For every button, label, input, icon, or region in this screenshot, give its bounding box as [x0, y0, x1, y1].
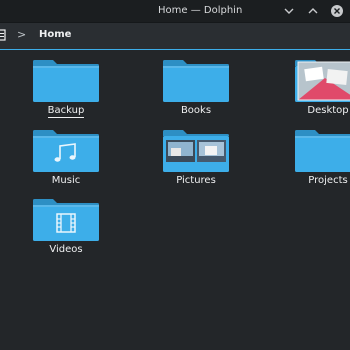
window-titlebar[interactable]: Home — Dolphin	[0, 0, 350, 23]
breadcrumb-home[interactable]: Home	[39, 29, 71, 40]
minimize-icon[interactable]	[282, 4, 296, 18]
file-label: Books	[180, 105, 212, 116]
folder-desktop-icon	[295, 60, 350, 102]
file-label: Music	[51, 175, 81, 186]
root-drive-icon[interactable]	[0, 29, 6, 41]
file-label: Pictures	[176, 175, 216, 186]
folder-music-icon	[33, 130, 99, 172]
folder-videos-icon	[33, 199, 99, 241]
breadcrumb-separator: >	[17, 28, 27, 41]
file-label: Desktop	[307, 105, 349, 116]
location-bar[interactable]: > Home	[0, 23, 350, 50]
file-item-backup[interactable]: Backup	[21, 60, 111, 124]
folder-icon	[163, 60, 229, 102]
folder-icon	[33, 60, 99, 102]
file-view[interactable]: Backup Books Desktop Music Pictures Proj…	[0, 50, 350, 350]
file-label: Projects	[308, 175, 348, 186]
folder-pictures-icon	[163, 130, 229, 172]
maximize-icon[interactable]	[306, 4, 320, 18]
file-item-pictures[interactable]: Pictures	[151, 130, 241, 194]
close-icon[interactable]	[330, 4, 344, 18]
file-label: Videos	[49, 244, 83, 255]
window-title: Home — Dolphin	[158, 5, 243, 16]
file-item-books[interactable]: Books	[151, 60, 241, 124]
file-item-music[interactable]: Music	[21, 130, 111, 194]
folder-icon	[295, 130, 350, 172]
file-label: Backup	[47, 105, 85, 118]
file-item-projects[interactable]: Projects	[283, 130, 350, 194]
file-item-desktop[interactable]: Desktop	[283, 60, 350, 124]
file-item-videos[interactable]: Videos	[21, 199, 111, 263]
